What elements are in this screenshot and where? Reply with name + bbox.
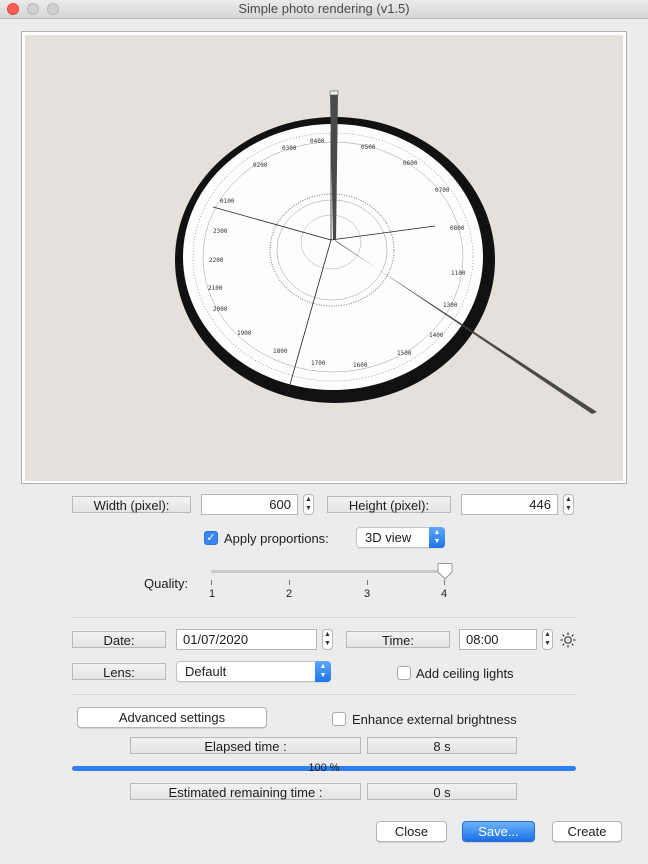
view-select[interactable]: 3D view ▲ ▼ bbox=[356, 527, 445, 548]
render-progress-text: 100 % bbox=[308, 762, 340, 774]
chevron-updown-icon: ▲ ▼ bbox=[315, 661, 331, 682]
save-button[interactable]: Save... bbox=[462, 821, 535, 842]
date-input[interactable]: 01/07/2020 bbox=[176, 629, 317, 650]
svg-text:1100: 1100 bbox=[451, 270, 466, 277]
remaining-time-label: Estimated remaining time : bbox=[130, 783, 361, 800]
divider bbox=[72, 694, 576, 695]
apply-proportions-label: Apply proportions: bbox=[224, 531, 329, 546]
quality-tick-label: 2 bbox=[285, 588, 293, 600]
svg-text:0800: 0800 bbox=[450, 225, 465, 232]
time-label: Time: bbox=[346, 631, 450, 648]
svg-text:2000: 2000 bbox=[213, 306, 228, 313]
quality-tick-label: 3 bbox=[363, 588, 371, 600]
sun-icon[interactable] bbox=[560, 632, 576, 648]
window-title: Simple photo rendering (v1.5) bbox=[238, 1, 410, 16]
sundial-render-image: 0400 0500 0600 0700 0800 1100 1300 1400 1500… bbox=[25, 35, 623, 481]
quality-tick bbox=[289, 580, 290, 585]
height-input[interactable]: 446 bbox=[461, 494, 558, 515]
remaining-time-value: 0 s bbox=[367, 783, 517, 800]
svg-text:2200: 2200 bbox=[209, 257, 224, 264]
create-button[interactable]: Create bbox=[552, 821, 622, 842]
width-input[interactable]: 600 bbox=[201, 494, 298, 515]
date-label: Date: bbox=[72, 631, 166, 648]
ceiling-lights-label: Add ceiling lights bbox=[416, 666, 514, 681]
svg-text:1400: 1400 bbox=[429, 332, 444, 339]
svg-text:2100: 2100 bbox=[208, 285, 223, 292]
height-stepper[interactable]: ▲ ▼ bbox=[563, 494, 574, 515]
time-stepper[interactable]: ▲ ▼ bbox=[542, 629, 553, 650]
svg-text:0200: 0200 bbox=[253, 162, 268, 169]
title-bar: Simple photo rendering (v1.5) bbox=[0, 0, 648, 19]
svg-text:1600: 1600 bbox=[353, 362, 368, 369]
advanced-settings-button[interactable]: Advanced settings bbox=[77, 707, 267, 728]
quality-tick bbox=[367, 580, 368, 585]
lens-select[interactable]: Default ▲ ▼ bbox=[176, 661, 331, 682]
svg-text:1700: 1700 bbox=[311, 360, 326, 367]
lens-label: Lens: bbox=[72, 663, 166, 680]
lens-select-value: Default bbox=[185, 664, 227, 679]
width-stepper[interactable]: ▲ ▼ bbox=[303, 494, 314, 515]
svg-text:1800: 1800 bbox=[273, 348, 288, 355]
quality-tick-label: 1 bbox=[208, 588, 216, 600]
quality-slider-thumb[interactable] bbox=[437, 563, 453, 580]
elapsed-time-value: 8 s bbox=[367, 737, 517, 754]
enhance-brightness-checkbox[interactable] bbox=[332, 712, 346, 726]
chevron-updown-icon: ▲ ▼ bbox=[429, 527, 445, 548]
quality-tick-label: 4 bbox=[440, 588, 448, 600]
svg-text:0100: 0100 bbox=[220, 198, 235, 205]
time-input[interactable]: 08:00 bbox=[459, 629, 537, 650]
height-label: Height (pixel): bbox=[327, 496, 451, 513]
render-preview: 0400 0500 0600 0700 0800 1100 1300 1400 1500… bbox=[21, 31, 627, 484]
svg-text:0700: 0700 bbox=[435, 187, 450, 194]
quality-label: Quality: bbox=[144, 576, 189, 591]
svg-text:1300: 1300 bbox=[443, 302, 458, 309]
elapsed-time-label: Elapsed time : bbox=[130, 737, 361, 754]
view-select-value: 3D view bbox=[365, 530, 412, 545]
svg-text:2300: 2300 bbox=[213, 228, 228, 235]
close-button[interactable]: Close bbox=[376, 821, 447, 842]
svg-text:0400: 0400 bbox=[310, 138, 325, 145]
svg-text:0600: 0600 bbox=[403, 160, 418, 167]
svg-text:1500: 1500 bbox=[397, 350, 412, 357]
svg-text:1900: 1900 bbox=[237, 330, 252, 337]
quality-tick bbox=[444, 580, 445, 585]
quality-slider-track[interactable] bbox=[211, 570, 445, 573]
quality-tick bbox=[211, 580, 212, 585]
svg-text:0500: 0500 bbox=[361, 144, 376, 151]
date-stepper[interactable]: ▲ ▼ bbox=[322, 629, 333, 650]
divider bbox=[72, 617, 576, 618]
width-label: Width (pixel): bbox=[72, 496, 191, 513]
ceiling-lights-checkbox[interactable] bbox=[397, 666, 411, 680]
enhance-brightness-label: Enhance external brightness bbox=[352, 712, 517, 727]
svg-text:0300: 0300 bbox=[282, 145, 297, 152]
apply-proportions-checkbox[interactable]: ✓ bbox=[204, 531, 218, 545]
